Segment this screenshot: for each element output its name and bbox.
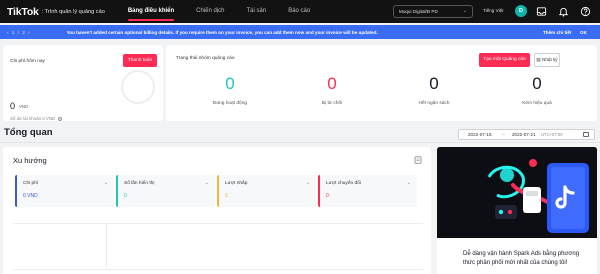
tile-value: 0 VND bbox=[23, 193, 38, 199]
help-icon[interactable] bbox=[580, 6, 591, 17]
tile-conversions[interactable]: Lượt chuyển đổi 0 ⌄ bbox=[318, 175, 417, 207]
spend-unit: VND bbox=[19, 104, 29, 109]
top-nav: TikTok : Trình quản lý quảng cáo Bảng đi… bbox=[0, 0, 600, 23]
spend-title: Chi phí hôm nay bbox=[10, 59, 45, 64]
promo-text: Dễ dàng vận hành Spark Ads bằng phương t… bbox=[463, 251, 580, 266]
timezone: UTC+07:00 bbox=[541, 132, 563, 137]
tile-impressions[interactable]: Số lần hiển thị 0 ⌄ bbox=[116, 175, 215, 207]
spark-ads-promo-card[interactable]: Dễ dàng vận hành Spark Ads bằng phương t… bbox=[437, 147, 597, 274]
billing-notice-banner: ‹ 1 / 2 › You haven't added certain opti… bbox=[0, 25, 600, 39]
tile-label: Lượt nhấp bbox=[225, 181, 248, 186]
tile-value: 0 bbox=[225, 193, 228, 199]
chevron-down-icon: ⌄ bbox=[462, 8, 467, 14]
account-name: Moqui Digital/Ð PD bbox=[399, 9, 438, 14]
tile-clicks[interactable]: Lượt nhấp 0 ⌄ bbox=[217, 175, 316, 207]
chart-gridline bbox=[13, 223, 423, 224]
chevron-down-icon[interactable]: ⌄ bbox=[306, 180, 310, 186]
create-ad-button[interactable]: Tạo một Quảng cáo bbox=[479, 53, 530, 67]
banner-message: You haven't added certain optional billi… bbox=[66, 29, 378, 35]
topup-button[interactable]: Thanh toán bbox=[123, 54, 157, 67]
document-icon: ▤ bbox=[536, 57, 541, 62]
metric-out-of-budget[interactable]: 0 Hết ngân sách bbox=[394, 74, 474, 107]
chart-gridline bbox=[13, 269, 423, 270]
metric-value: 0 bbox=[532, 74, 542, 93]
metric-label: Đang hoạt động bbox=[212, 101, 248, 106]
logo-subtitle: : Trình quản lý quảng cáo bbox=[41, 8, 105, 15]
tiktok-ads-logo[interactable]: TikTok : Trình quản lý quảng cáo bbox=[7, 6, 105, 18]
tile-value: 0 bbox=[124, 193, 127, 199]
date-start: 2022-07-15 bbox=[468, 132, 492, 137]
adgroup-status-card: Trạng thái nhóm quảng cáo Tạo một Quảng … bbox=[166, 45, 597, 121]
divider bbox=[0, 142, 600, 143]
add-details-link[interactable]: Thêm chi tiết bbox=[543, 30, 571, 35]
account-selector[interactable]: Moqui Digital/Ð PD ⌄ bbox=[393, 5, 473, 18]
avatar[interactable]: D bbox=[515, 5, 527, 17]
nav-dashboard[interactable]: Bảng điều khiển bbox=[117, 0, 185, 23]
logo-wordmark: TikTok bbox=[7, 5, 39, 18]
tile-label: Số lần hiển thị bbox=[124, 181, 155, 186]
chart-gridline bbox=[106, 223, 107, 270]
nav-assets[interactable]: Tài sản bbox=[236, 0, 278, 23]
status-title: Trạng thái nhóm quảng cáo bbox=[176, 56, 235, 61]
chevron-down-icon[interactable]: ⌄ bbox=[104, 180, 108, 186]
spend-value: 0 bbox=[10, 101, 16, 111]
metric-underperforming[interactable]: 0 Kém hiệu quả bbox=[497, 74, 577, 107]
notification-bell-icon[interactable] bbox=[558, 6, 569, 17]
metric-tiles: Chi phí 0 VND ⌄ Số lần hiển thị 0 ⌄ Lượt… bbox=[15, 175, 419, 207]
metric-rejected[interactable]: 0 Bị từ chối bbox=[292, 74, 372, 107]
info-icon[interactable]: ? bbox=[58, 116, 63, 121]
trend-title: Xu hướng bbox=[13, 156, 47, 165]
trend-card: Xu hướng Chi phí 0 VND ⌄ Số lần hiển thị… bbox=[3, 147, 431, 274]
inbox-icon[interactable] bbox=[536, 6, 547, 17]
date-range-picker[interactable]: 2022-07-15 → 2022-07-21 UTC+07:00 bbox=[458, 129, 595, 140]
today-spend-card: Chi phí hôm nay Thanh toán 0 VND Số dư t… bbox=[3, 45, 163, 121]
tile-label: Lượt chuyển đổi bbox=[326, 181, 361, 186]
promo-illustration bbox=[437, 147, 597, 238]
chevron-down-icon[interactable]: ⌄ bbox=[205, 180, 209, 186]
metric-value: 0 bbox=[429, 74, 439, 93]
tile-value: 0 bbox=[326, 193, 329, 199]
metric-label: Bị từ chối bbox=[321, 101, 343, 106]
balance-text: Số dư tài khoản 0 VND bbox=[10, 116, 56, 121]
metric-active[interactable]: 0 Đang hoạt động bbox=[190, 74, 270, 107]
account-balance: Số dư tài khoản 0 VND ? bbox=[10, 116, 63, 121]
tile-spend[interactable]: Chi phí 0 VND ⌄ bbox=[15, 175, 114, 207]
spend-ring-chart bbox=[121, 70, 155, 104]
tile-label: Chi phí bbox=[23, 181, 39, 186]
chevron-down-icon[interactable]: ⌄ bbox=[407, 180, 411, 186]
banner-ok-button[interactable]: OK bbox=[580, 30, 587, 35]
main-nav: Bảng điều khiển Chiến dịch Tài sản Báo c… bbox=[117, 0, 321, 23]
nav-reports[interactable]: Báo cáo bbox=[277, 0, 321, 23]
overview-title: Tổng quan bbox=[4, 127, 53, 138]
language-selector[interactable]: Tiếng Việt bbox=[483, 8, 503, 13]
nav-campaign[interactable]: Chiến dịch bbox=[185, 0, 235, 23]
metric-value: 0 bbox=[327, 74, 337, 93]
log-label: Nhật ký bbox=[542, 57, 558, 62]
banner-pager[interactable]: ‹ 1 / 2 › bbox=[7, 30, 31, 35]
calendar-icon bbox=[583, 132, 589, 137]
activity-log-button[interactable]: ▤ Nhật ký bbox=[534, 53, 560, 67]
metric-value: 0 bbox=[225, 74, 235, 93]
arrow-right-icon: → bbox=[501, 131, 506, 136]
metric-label: Hết ngân sách bbox=[418, 101, 450, 106]
download-icon[interactable] bbox=[414, 156, 422, 164]
metric-label: Kém hiệu quả bbox=[522, 101, 552, 106]
date-end: 2022-07-21 bbox=[512, 132, 536, 137]
